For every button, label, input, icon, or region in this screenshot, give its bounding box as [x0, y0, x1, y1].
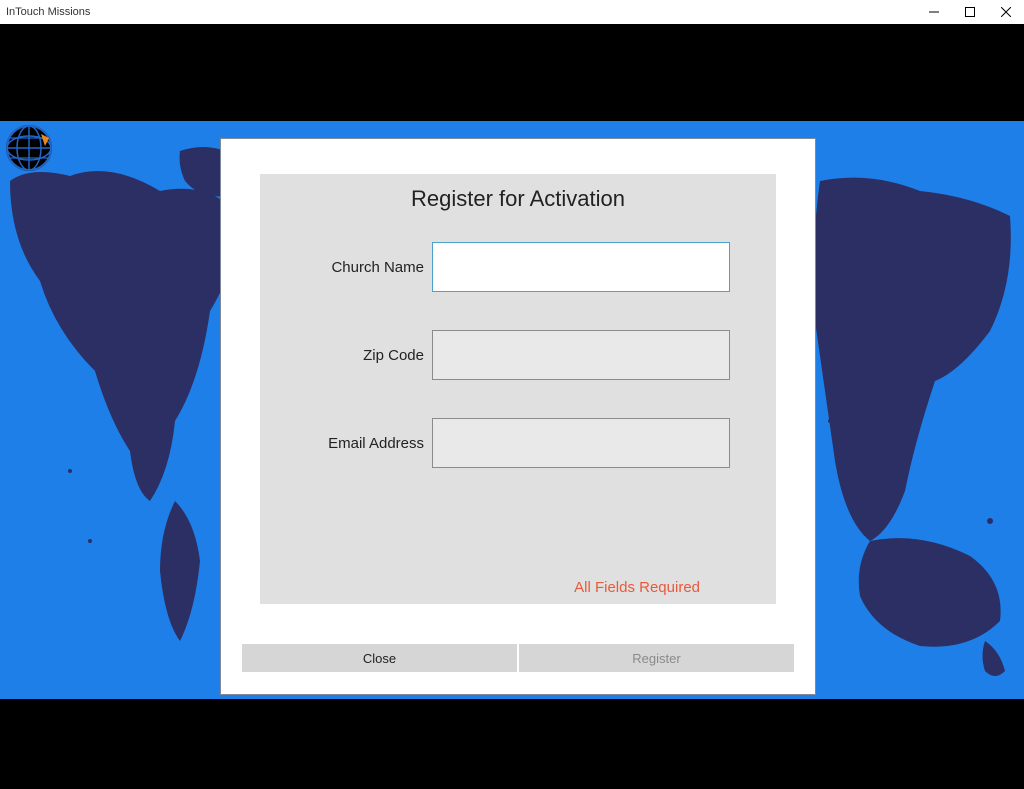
dialog-button-row: Close Register	[242, 644, 794, 672]
registration-dialog: Register for Activation Church Name Zip …	[220, 138, 816, 695]
church-name-label: Church Name	[298, 259, 432, 276]
required-fields-note: All Fields Required	[574, 579, 700, 596]
footer-black-band	[0, 699, 1024, 789]
zip-code-input[interactable]	[432, 330, 730, 380]
form-panel: Register for Activation Church Name Zip …	[260, 174, 776, 604]
window-titlebar: InTouch Missions	[0, 0, 1024, 24]
register-button[interactable]: Register	[519, 644, 794, 672]
minimize-button[interactable]	[916, 0, 952, 24]
zip-code-label: Zip Code	[298, 347, 432, 364]
header-black-band	[0, 24, 1024, 121]
main-canvas: Register for Activation Church Name Zip …	[0, 121, 1024, 699]
church-name-row: Church Name	[260, 242, 776, 292]
email-row: Email Address	[260, 418, 776, 468]
globe-logo-icon	[5, 124, 53, 172]
email-input[interactable]	[432, 418, 730, 468]
email-label: Email Address	[298, 435, 432, 452]
window-title: InTouch Missions	[6, 6, 90, 18]
zip-code-row: Zip Code	[260, 330, 776, 380]
close-window-button[interactable]	[988, 0, 1024, 24]
window-controls	[916, 0, 1024, 24]
maximize-button[interactable]	[952, 0, 988, 24]
dialog-title: Register for Activation	[260, 186, 776, 212]
close-button[interactable]: Close	[242, 644, 517, 672]
church-name-input[interactable]	[432, 242, 730, 292]
